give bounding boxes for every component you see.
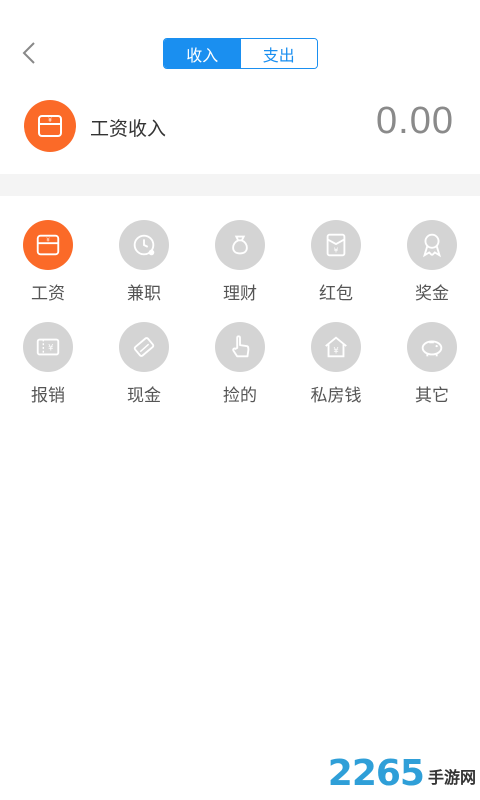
category-private-money[interactable]: ¥ 私房钱 xyxy=(291,322,381,406)
clock-icon xyxy=(133,234,155,256)
category-icon-bg: ¥ xyxy=(23,322,73,372)
category-finance[interactable]: 理财 xyxy=(195,220,285,304)
category-red-envelope[interactable]: ¥ 红包 xyxy=(291,220,381,304)
tab-expense[interactable]: 支出 xyxy=(240,39,317,68)
category-label: 兼职 xyxy=(127,284,161,303)
svg-text:¥: ¥ xyxy=(48,117,52,124)
category-label: 理财 xyxy=(223,284,257,303)
category-icon-bg xyxy=(215,322,265,372)
medal-icon xyxy=(422,233,442,258)
category-label: 红包 xyxy=(319,284,353,303)
section-divider xyxy=(0,174,480,196)
svg-text:¥: ¥ xyxy=(48,343,53,353)
wallet-icon: ¥ xyxy=(36,234,60,256)
watermark-number: 2265 xyxy=(327,753,425,794)
category-label: 报销 xyxy=(31,386,65,405)
amount-display[interactable]: 0.00 xyxy=(376,100,454,143)
category-label: 工资 xyxy=(31,284,65,303)
category-icon-bg xyxy=(215,220,265,270)
category-label: 捡的 xyxy=(223,386,257,405)
category-salary[interactable]: ¥ 工资 xyxy=(3,220,93,304)
house-money-icon: ¥ xyxy=(325,336,347,358)
category-icon-bg: ¥ xyxy=(311,322,361,372)
cash-icon xyxy=(133,337,155,357)
category-icon-bg xyxy=(407,322,457,372)
category-label: 现金 xyxy=(127,386,161,405)
category-found[interactable]: 捡的 xyxy=(195,322,285,406)
svg-text:¥: ¥ xyxy=(46,237,50,243)
category-icon-bg xyxy=(119,220,169,270)
category-icon-bg xyxy=(407,220,457,270)
tab-income[interactable]: 收入 xyxy=(164,39,241,68)
category-part-time[interactable]: 兼职 xyxy=(99,220,189,304)
category-label: 私房钱 xyxy=(310,386,362,405)
category-icon-bg: ¥ xyxy=(311,220,361,270)
watermark-logo: 2265 手游网 xyxy=(328,753,476,794)
category-reimbursement[interactable]: ¥ 报销 xyxy=(3,322,93,406)
income-expense-toggle: 收入 支出 xyxy=(163,38,318,69)
selected-category-row: ¥ 工资收入 0.00 xyxy=(0,96,480,156)
svg-text:¥: ¥ xyxy=(334,245,339,254)
red-envelope-icon: ¥ xyxy=(326,233,346,257)
selected-category-icon: ¥ xyxy=(24,100,76,152)
receipt-icon: ¥ xyxy=(36,338,60,356)
category-bonus[interactable]: 奖金 xyxy=(387,220,477,304)
wallet-icon: ¥ xyxy=(38,115,62,137)
category-other[interactable]: 其它 xyxy=(387,322,477,406)
category-label: 其它 xyxy=(415,386,449,405)
category-label: 奖金 xyxy=(415,284,449,303)
chevron-left-icon xyxy=(22,42,35,64)
selected-category-label: 工资收入 xyxy=(90,119,167,140)
watermark-text: 手游网 xyxy=(427,770,476,787)
category-cash[interactable]: 现金 xyxy=(99,322,189,406)
money-bag-icon xyxy=(232,235,248,255)
back-button[interactable] xyxy=(14,36,44,70)
hand-pointer-icon xyxy=(232,335,250,358)
category-icon-bg: ¥ xyxy=(23,220,73,270)
svg-text:¥: ¥ xyxy=(333,346,338,356)
category-icon-bg xyxy=(119,322,169,372)
piggy-bank-icon xyxy=(421,340,443,357)
